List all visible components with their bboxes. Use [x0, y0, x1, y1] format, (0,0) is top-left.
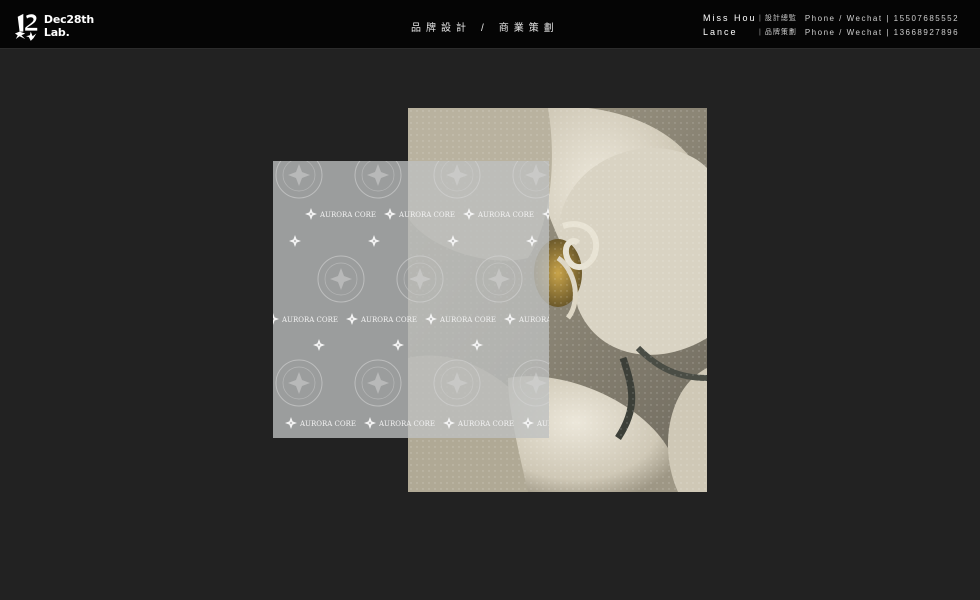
contact-name: Lance	[703, 27, 738, 37]
contact-list: Miss Hou 設計總監 Phone / Wechat | 155076855…	[703, 11, 963, 39]
aurora-seal-mark	[512, 161, 549, 199]
aurora-seal-mark	[433, 359, 481, 407]
contact-phone[interactable]: Phone / Wechat | 15507685552	[805, 14, 959, 23]
pattern-brand-label: AURORA CORE	[281, 316, 338, 324]
aurora-star-icon	[392, 339, 404, 351]
pattern-brand-label: AURORA CORE	[398, 211, 455, 219]
pattern-brand-label: AURORA CORE	[536, 420, 549, 428]
aurora-seal-mark	[512, 359, 549, 407]
pattern-brand-label: AURORA CORE	[457, 420, 514, 428]
aurora-star-icon	[504, 313, 516, 325]
aurora-star-icon	[526, 235, 538, 247]
aurora-seal-mark	[317, 255, 365, 303]
top-bar: Dec28th Lab. 品牌設計 / 商業策劃 Miss Hou 設計總監 Pho…	[0, 0, 980, 49]
aurora-star-icon	[443, 417, 455, 429]
contact-row-lance: Lance 品牌策劃 Phone / Wechat | 13668927896	[703, 25, 963, 39]
showcase-stage: AURORA CORE AURORA CORE AURORA CORE AURORA …	[0, 49, 980, 600]
aurora-star-icon	[463, 208, 475, 220]
pattern-brand-label: AURORA CORE	[439, 316, 496, 324]
aurora-star-icon	[305, 208, 317, 220]
aurora-star-icon	[346, 313, 358, 325]
pattern-brand-label: AURORA CORE	[378, 420, 435, 428]
aurora-star-icon	[313, 339, 325, 351]
nav-business-planning[interactable]: 商業策劃	[499, 23, 559, 34]
aurora-star-icon	[542, 208, 549, 220]
logo-text: Dec28th Lab.	[44, 13, 94, 39]
pattern-sheet: AURORA CORE AURORA CORE AURORA CORE AURORA …	[273, 161, 549, 438]
pattern-brand-label: AURORA CORE	[319, 211, 376, 219]
main-nav: 品牌設計 / 商業策劃	[411, 19, 559, 34]
aurora-star-icon	[289, 235, 301, 247]
aurora-star-icon	[285, 417, 297, 429]
aurora-star-icon	[471, 339, 483, 351]
aurora-seal-mark	[354, 161, 402, 199]
nav-brand-design[interactable]: 品牌設計	[411, 23, 471, 34]
aurora-star-icon	[273, 313, 279, 325]
aurora-seal-mark	[433, 161, 481, 199]
contact-phone[interactable]: Phone / Wechat | 13668927896	[805, 28, 959, 37]
aurora-core-pattern: AURORA CORE AURORA CORE AURORA CORE AURORA …	[273, 161, 549, 429]
aurora-star-icon	[522, 417, 534, 429]
aurora-star-icon	[447, 235, 459, 247]
aurora-star-icon	[368, 235, 380, 247]
contact-row-miss-hou: Miss Hou 設計總監 Phone / Wechat | 155076855…	[703, 11, 963, 25]
aurora-star-icon	[364, 417, 376, 429]
nav-separator: /	[481, 23, 489, 34]
contact-role: 品牌策劃	[759, 27, 797, 37]
contact-role: 設計總監	[759, 13, 797, 23]
aurora-seal-mark	[475, 255, 523, 303]
aurora-seal-mark	[275, 161, 323, 199]
dec28th-logo-icon	[14, 13, 38, 41]
aurora-seal-mark	[275, 359, 323, 407]
pattern-brand-label: AURORA CORE	[477, 211, 534, 219]
pattern-brand-label: AURORA CORE	[299, 420, 356, 428]
logo-line-1: Dec28th	[43, 13, 94, 26]
pattern-brand-label: AURORA CORE	[360, 316, 417, 324]
home-logo-link[interactable]: Dec28th Lab.	[14, 9, 94, 43]
contact-name: Miss Hou	[703, 13, 757, 23]
logo-line-2: Lab.	[43, 26, 70, 39]
aurora-star-icon	[384, 208, 396, 220]
aurora-star-icon	[425, 313, 437, 325]
pattern-brand-label: AURORA CORE	[518, 316, 549, 324]
aurora-seal-mark	[396, 255, 444, 303]
aurora-seal-mark	[354, 359, 402, 407]
